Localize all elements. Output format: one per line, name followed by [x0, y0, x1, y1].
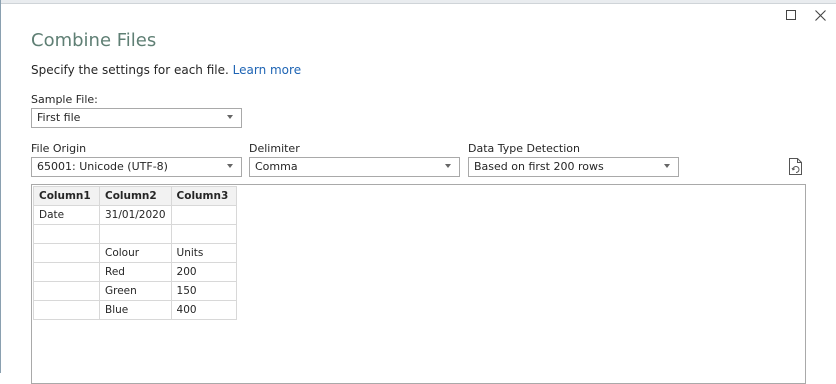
column-header[interactable]: Column1 — [33, 186, 100, 206]
table-cell — [170, 224, 237, 244]
square-icon — [786, 10, 796, 20]
close-icon — [814, 9, 826, 21]
table-row: Blue 400 — [33, 300, 237, 320]
maximize-button[interactable] — [783, 7, 799, 23]
table-row — [33, 224, 237, 244]
file-origin-value: 65001: Unicode (UTF-8) — [37, 160, 168, 173]
delimiter-select[interactable]: Comma — [249, 157, 460, 177]
table-cell: Green — [99, 281, 172, 301]
table-row: Colour Units — [33, 243, 237, 263]
table-cell — [33, 224, 100, 244]
close-button[interactable] — [812, 7, 828, 23]
chevron-down-icon — [227, 115, 233, 119]
dialog-instruction: Specify the settings for each file. Lear… — [31, 63, 301, 77]
column-header[interactable]: Column2 — [99, 186, 172, 206]
table-cell: 400 — [170, 300, 237, 320]
table-cell: 31/01/2020 — [99, 205, 172, 225]
chevron-down-icon — [227, 164, 233, 168]
column-header[interactable]: Column3 — [170, 186, 237, 206]
data-type-detection-value: Based on first 200 rows — [474, 160, 604, 173]
table-row: Date 31/01/2020 — [33, 205, 237, 225]
table-row: Green 150 — [33, 281, 237, 301]
sample-file-select[interactable]: First file — [31, 108, 242, 128]
background-app-strip — [0, 0, 836, 4]
table-cell — [33, 281, 100, 301]
data-type-detection-label: Data Type Detection — [468, 142, 580, 155]
table-cell: Blue — [99, 300, 172, 320]
table-cell: Red — [99, 262, 172, 282]
table-row: Red 200 — [33, 262, 237, 282]
table-cell: 150 — [170, 281, 237, 301]
data-type-detection-select[interactable]: Based on first 200 rows — [468, 157, 679, 177]
table-cell: 200 — [170, 262, 237, 282]
table-header-row: Column1 Column2 Column3 — [33, 186, 237, 206]
window-edge — [0, 0, 1, 373]
preview-pane: Column1 Column2 Column3 Date 31/01/2020 … — [31, 184, 806, 384]
sample-file-value: First file — [37, 111, 81, 124]
chevron-down-icon — [664, 164, 670, 168]
table-cell — [33, 243, 100, 263]
preview-table: Column1 Column2 Column3 Date 31/01/2020 … — [33, 186, 237, 320]
table-cell — [33, 262, 100, 282]
delimiter-label: Delimiter — [249, 142, 300, 155]
table-cell — [170, 205, 237, 225]
instruction-text: Specify the settings for each file. — [31, 63, 229, 77]
delimiter-value: Comma — [255, 160, 298, 173]
dialog-title: Combine Files — [31, 30, 157, 51]
refresh-file-icon — [789, 158, 802, 175]
file-origin-label: File Origin — [31, 142, 87, 155]
file-origin-select[interactable]: 65001: Unicode (UTF-8) — [31, 157, 242, 177]
table-cell: Colour — [99, 243, 172, 263]
table-cell — [99, 224, 172, 244]
learn-more-link[interactable]: Learn more — [233, 63, 301, 77]
table-cell: Units — [170, 243, 237, 263]
sample-file-label: Sample File: — [31, 93, 98, 106]
table-cell — [33, 300, 100, 320]
chevron-down-icon — [445, 164, 451, 168]
table-cell: Date — [33, 205, 100, 225]
refresh-preview-button[interactable] — [787, 157, 805, 177]
